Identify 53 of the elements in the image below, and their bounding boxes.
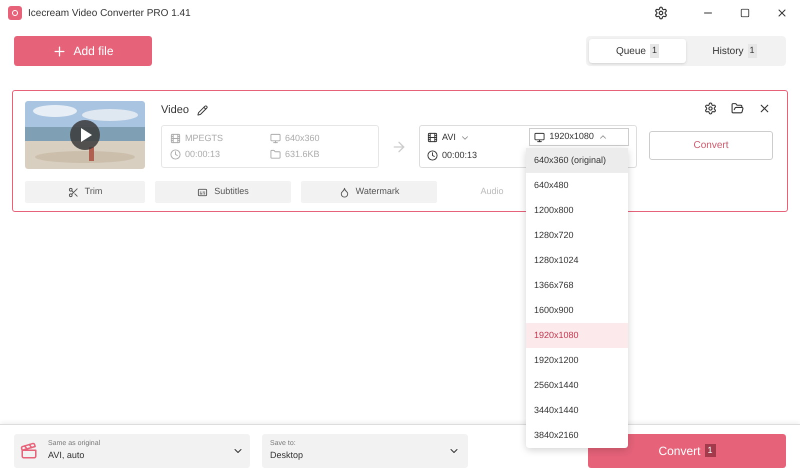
- format-dropdown[interactable]: AVI: [427, 131, 530, 144]
- convert-all-button[interactable]: Convert 1: [588, 434, 786, 468]
- menu-item[interactable]: 1280x1024: [526, 248, 628, 273]
- menu-item[interactable]: 1366x768: [526, 273, 628, 298]
- folder-icon: [270, 149, 281, 160]
- menu-item[interactable]: 640x480: [526, 173, 628, 198]
- settings-icon[interactable]: [704, 102, 717, 114]
- maximize-icon[interactable]: [740, 8, 750, 18]
- window-title: Icecream Video Converter PRO 1.41: [28, 6, 191, 20]
- edit-icon[interactable]: [196, 104, 208, 116]
- menu-item[interactable]: 3440x1440: [526, 398, 628, 423]
- source-duration: 00:00:13: [185, 148, 220, 161]
- close-icon[interactable]: [758, 102, 771, 114]
- source-resolution: 640x360: [285, 132, 320, 144]
- close-icon[interactable]: [776, 7, 788, 19]
- menu-item[interactable]: 1200x800: [526, 198, 628, 223]
- film-icon: [170, 132, 181, 144]
- tool-icon: [68, 186, 79, 198]
- monitor-icon: [270, 132, 281, 144]
- menu-item[interactable]: 1280x720: [526, 223, 628, 248]
- menu-item[interactable]: 1920x1200: [526, 348, 628, 373]
- menu-item[interactable]: 1920x1080: [526, 323, 628, 348]
- arrow-icon: [391, 138, 407, 154]
- file-name: Video: [161, 102, 189, 118]
- folder-icon[interactable]: [731, 102, 744, 114]
- menu-item[interactable]: 2560x1440: [526, 373, 628, 398]
- resolution-dropdown[interactable]: 1920x1080: [529, 128, 629, 146]
- tool-icon: [197, 186, 208, 198]
- preset-value: AVI, auto: [48, 449, 84, 462]
- tool-button[interactable]: Trim: [25, 181, 145, 203]
- convert-button[interactable]: Convert: [649, 131, 773, 160]
- source-size: 631.6KB: [285, 148, 320, 161]
- video-file-icon: [20, 442, 38, 460]
- menu-item[interactable]: 1600x900: [526, 298, 628, 323]
- tab[interactable]: Queue 1: [589, 39, 686, 63]
- count-badge: 1: [748, 44, 757, 58]
- settings-icon[interactable]: [654, 6, 668, 20]
- tab[interactable]: History 1: [686, 39, 783, 63]
- plus-icon: [52, 44, 68, 58]
- count-badge: 1: [650, 44, 660, 58]
- save-value: Desktop: [270, 449, 304, 462]
- tool-button[interactable]: Subtitles: [155, 181, 291, 203]
- tool-button[interactable]: Watermark: [301, 181, 437, 203]
- source-format: MPEGTS: [185, 132, 224, 144]
- count-badge: 1: [704, 444, 716, 458]
- output-duration: 00:00:13: [442, 148, 478, 162]
- monitor-icon: [534, 132, 546, 142]
- app-logo-icon: [8, 6, 22, 20]
- menu-item[interactable]: 640x360 (original): [526, 148, 628, 173]
- tool-icon: [338, 186, 350, 198]
- clock-icon: [427, 150, 438, 161]
- clock-icon: [170, 149, 181, 160]
- film-icon: [427, 132, 438, 144]
